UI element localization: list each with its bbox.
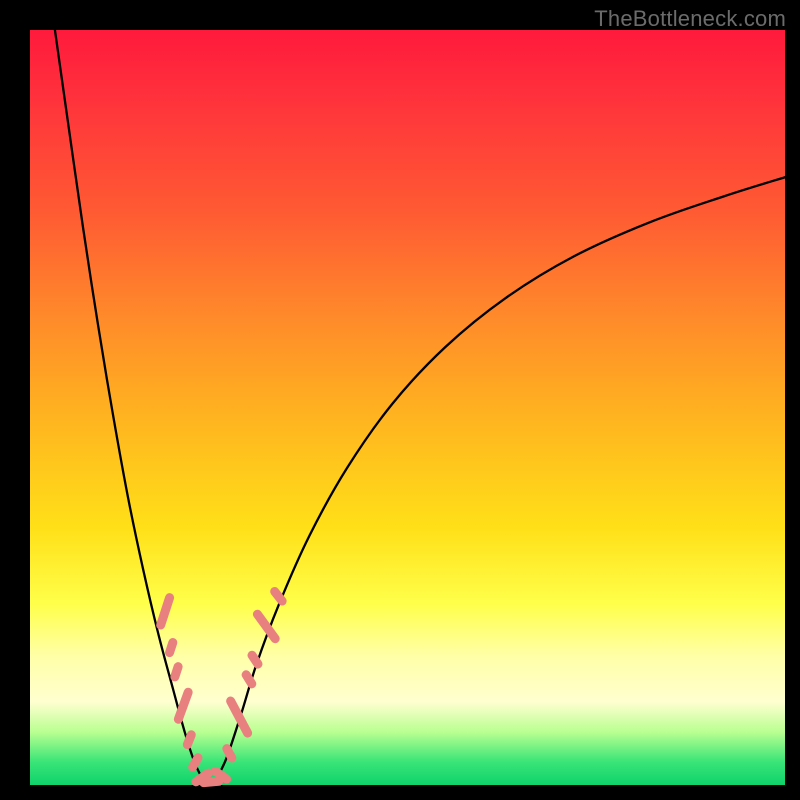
marker-point: [173, 686, 194, 725]
marker-point: [187, 752, 205, 774]
marker-point: [155, 592, 175, 631]
series-right-branch: [215, 177, 785, 781]
watermark-text: TheBottleneck.com: [594, 6, 786, 32]
series-group: [55, 30, 785, 781]
marker-group: [155, 585, 288, 788]
marker-point: [164, 637, 179, 658]
chart-svg: [30, 30, 785, 785]
marker-point: [221, 743, 238, 765]
plot-area: [30, 30, 785, 785]
chart-frame: TheBottleneck.com: [0, 0, 800, 800]
marker-point: [240, 669, 258, 690]
marker-point: [225, 695, 254, 739]
marker-point: [169, 661, 184, 682]
